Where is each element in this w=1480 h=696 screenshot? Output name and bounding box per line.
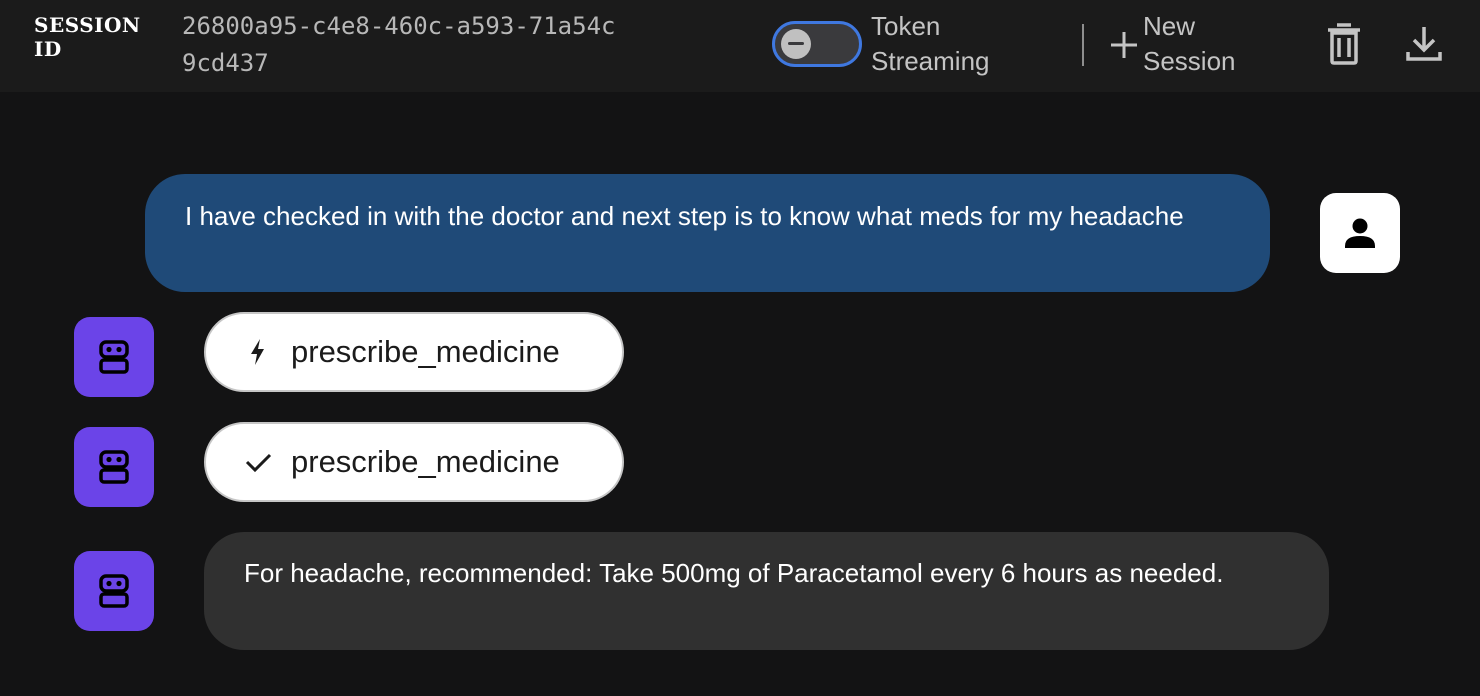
check-icon	[245, 453, 272, 473]
bot-message-bubble: For headache, recommended: Take 500mg of…	[204, 532, 1329, 650]
plus-icon	[1111, 32, 1137, 58]
bot-avatar	[74, 427, 154, 507]
token-streaming-toggle[interactable]	[772, 21, 862, 67]
session-id-value: 26800a95-c4e8-460c-a593-71a54c9cd437	[182, 12, 616, 77]
robot-icon	[99, 340, 129, 374]
trash-icon[interactable]	[1324, 22, 1364, 66]
session-id-label: SESSION ID	[34, 13, 141, 61]
tool-call-name: prescribe_medicine	[291, 334, 560, 369]
token-streaming-label: Token Streaming	[871, 11, 990, 76]
session-header: SESSION ID 26800a95-c4e8-460c-a593-71a54…	[0, 0, 1480, 92]
bot-avatar	[74, 317, 154, 397]
new-session-button[interactable]: New Session	[1104, 9, 1304, 79]
download-icon[interactable]	[1402, 22, 1446, 66]
robot-icon	[99, 450, 129, 484]
new-session-label: New Session	[1143, 11, 1236, 76]
tool-response-pill[interactable]: prescribe_medicine	[204, 422, 624, 502]
tool-call-pill[interactable]: prescribe_medicine	[204, 312, 624, 392]
user-avatar	[1320, 193, 1400, 273]
bot-avatar	[74, 551, 154, 631]
bolt-icon	[251, 339, 264, 365]
header-divider	[1082, 24, 1084, 66]
toggle-knob	[781, 29, 811, 59]
user-message-bubble: I have checked in with the doctor and ne…	[145, 174, 1270, 292]
robot-icon	[99, 574, 129, 608]
tool-response-name: prescribe_medicine	[291, 444, 560, 479]
person-icon	[1345, 218, 1375, 248]
